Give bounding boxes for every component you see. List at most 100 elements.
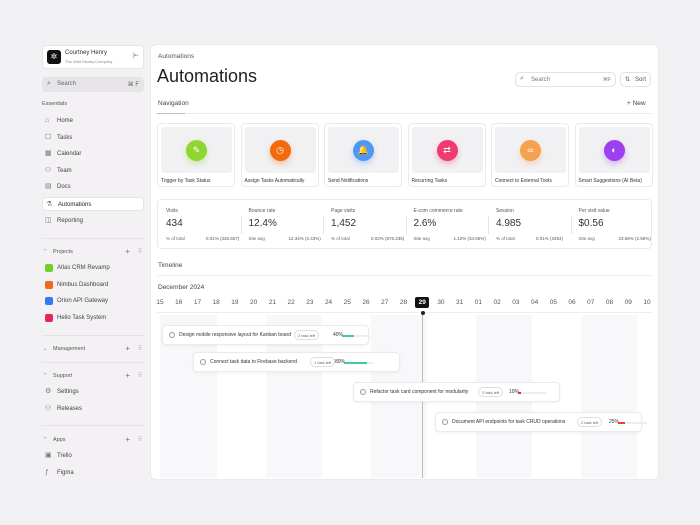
nav-icon: ⚗ <box>46 201 53 208</box>
sidebar-item-releases[interactable]: ⚇ Releases <box>42 402 144 416</box>
sidebar-item-reporting[interactable]: ◫ Reporting <box>42 214 144 228</box>
timeline-day[interactable]: 20 <box>247 299 261 306</box>
timeline-day[interactable]: 25 <box>340 299 354 306</box>
progress-bar <box>618 422 647 424</box>
timeline-day[interactable]: 02 <box>490 299 504 306</box>
sidebar-app-trello[interactable]: ▣ Trello <box>42 449 144 463</box>
sidebar-project[interactable]: Atlas CRM Revamp <box>42 261 144 275</box>
timeline-day[interactable]: 30 <box>434 299 448 306</box>
timeline-day[interactable]: 21 <box>265 299 279 306</box>
timeline-day[interactable]: 16 <box>172 299 186 306</box>
sidebar-item-home[interactable]: ⌂ Home <box>42 114 144 128</box>
sidebar-item-team[interactable]: ⚇ Team <box>42 164 144 178</box>
progress-bar <box>342 335 371 337</box>
automation-icon: ◷ <box>269 140 291 161</box>
page-title: Automations <box>157 66 258 86</box>
search-shortcut: ⌘ F <box>127 82 139 88</box>
automation-card[interactable]: ◷ Assign Tasks Automatically <box>240 123 319 187</box>
group-apps[interactable]: ⌃ Apps + ⠿ <box>42 435 144 445</box>
timeline-day[interactable]: 22 <box>284 299 298 306</box>
timeline-day[interactable]: 09 <box>621 299 635 306</box>
timeline-day[interactable]: 18 <box>209 299 223 306</box>
timeline-day[interactable]: 28 <box>396 299 410 306</box>
collapse-sidebar-icon[interactable]: |⇤ <box>132 52 139 59</box>
divider <box>240 216 242 234</box>
timeline-day[interactable]: 08 <box>603 299 617 306</box>
timeline-day[interactable]: 29 <box>415 297 430 308</box>
timeline-day[interactable]: 15 <box>153 299 167 306</box>
app-icon: ▣ <box>45 452 52 459</box>
automation-icon: ✎ <box>186 140 207 161</box>
sidebar-item-settings[interactable]: ⚙ Settings <box>42 385 144 399</box>
timeline-day[interactable]: 27 <box>378 299 392 306</box>
tasks-left-badge: 2 task left <box>294 330 320 340</box>
sort-button[interactable]: ⇅ Sort <box>620 72 651 87</box>
search-input[interactable]: ⌕ Search ⌘F <box>515 72 616 87</box>
timeline-day[interactable]: 03 <box>509 299 523 306</box>
section-essentials: Essentials <box>42 101 68 107</box>
timeline-task[interactable]: Document API endpoints for task CRUD ope… <box>435 412 647 432</box>
tasks-left-badge: 2 task left <box>577 417 603 427</box>
timeline-day[interactable]: 07 <box>584 299 598 306</box>
timeline-day[interactable]: 19 <box>228 299 242 306</box>
timeline-day[interactable]: 06 <box>565 299 579 306</box>
status-circle-icon <box>442 419 448 425</box>
new-button[interactable]: + New <box>627 100 646 107</box>
automation-card[interactable]: ⇄ Recurring Tasks <box>407 123 486 187</box>
sort-icon: ⇅ <box>625 77 631 83</box>
tab-navigation[interactable]: Navigation <box>158 100 189 107</box>
timeline-day[interactable]: 01 <box>471 299 485 306</box>
search-placeholder: Search <box>57 81 77 87</box>
group-management[interactable]: ⌄ Management + ⠿ <box>42 344 144 354</box>
automation-icon: ⇄ <box>436 140 458 161</box>
drag-icon: ⠿ <box>137 249 142 255</box>
group-projects[interactable]: ⌃ Projects + ⠿ <box>42 247 144 257</box>
timeline-day[interactable]: 23 <box>303 299 317 306</box>
stats-panel: Visits 434% of total 0.01% (345,657) Bounce… <box>157 199 652 249</box>
project-icon <box>45 313 53 322</box>
sidebar-search[interactable]: ⌕ Search ⌘ F <box>42 77 144 92</box>
sidebar-project[interactable]: Nimbus Dashboard <box>42 278 144 292</box>
timeline-day[interactable]: 04 <box>528 299 542 306</box>
group-support[interactable]: ⌃ Support + ⠿ <box>42 371 144 381</box>
sidebar-item-automations[interactable]: ⚗ Automations <box>42 197 144 211</box>
tasks-left-badge: 1 task left <box>310 357 336 367</box>
drag-icon: ⠿ <box>137 437 142 443</box>
nav-icon: ⌂ <box>45 117 50 124</box>
sidebar-app-figma[interactable]: ƒ Figma <box>42 466 144 480</box>
sidebar-project[interactable]: Orion API Gateway <box>42 294 144 308</box>
divider <box>405 216 407 234</box>
project-icon <box>45 297 53 306</box>
automation-card[interactable]: ◐ Smart Suggestions (AI Beta) <box>574 123 653 187</box>
automation-card[interactable]: 🔔 Send Notifications <box>324 123 402 187</box>
search-icon: ⌕ <box>520 75 524 82</box>
sidebar-item-tasks[interactable]: ☐ Tasks <box>42 131 144 145</box>
divider <box>570 216 572 234</box>
progress-bar <box>344 362 373 364</box>
automation-icon: ∞ <box>520 140 541 161</box>
add-icon: + <box>125 371 130 380</box>
sidebar-item-docs[interactable]: ▤ Docs <box>42 180 144 194</box>
timeline-day[interactable]: 31 <box>453 299 467 306</box>
account-switcher[interactable]: ✲ Courtney Henry The Walt Disney Company… <box>42 45 144 69</box>
automation-icon: 🔔 <box>353 140 374 161</box>
automation-card[interactable]: ✎ Trigger by Task Status <box>157 123 235 187</box>
timeline-day[interactable]: 05 <box>546 299 560 306</box>
sidebar-item-calendar[interactable]: ▦ Calendar <box>42 147 144 161</box>
timeline-task[interactable]: Connect task data to Firebase backend 1 t… <box>193 352 400 372</box>
tasks-left-badge: 2 task left <box>478 387 504 397</box>
stat-block: Session 4.985% of total 0.01% (3454) <box>488 200 570 250</box>
sidebar-project[interactable]: Helio Task System <box>42 311 144 325</box>
automation-card[interactable]: ∞ Connect to External Tools <box>491 123 569 187</box>
timeline-task[interactable]: Refactor task card component for modular… <box>353 382 560 402</box>
timeline-day[interactable]: 10 <box>640 299 654 306</box>
user-name: Courtney Henry <box>65 50 108 56</box>
timeline-task[interactable]: Design mobile responsive layout for Kanb… <box>162 325 371 345</box>
timeline-day[interactable]: 24 <box>322 299 336 306</box>
divider <box>323 216 324 234</box>
app-icon: ƒ <box>45 468 49 476</box>
stat-block: E-com commerce rate 2.6% Site avg 1.12% (34… <box>405 200 488 250</box>
timeline-day[interactable]: 17 <box>190 299 204 306</box>
timeline-day[interactable]: 26 <box>359 299 373 306</box>
stat-block: Bounce rate 12.4% Site avg 12.34% (2.43%) <box>240 200 323 250</box>
